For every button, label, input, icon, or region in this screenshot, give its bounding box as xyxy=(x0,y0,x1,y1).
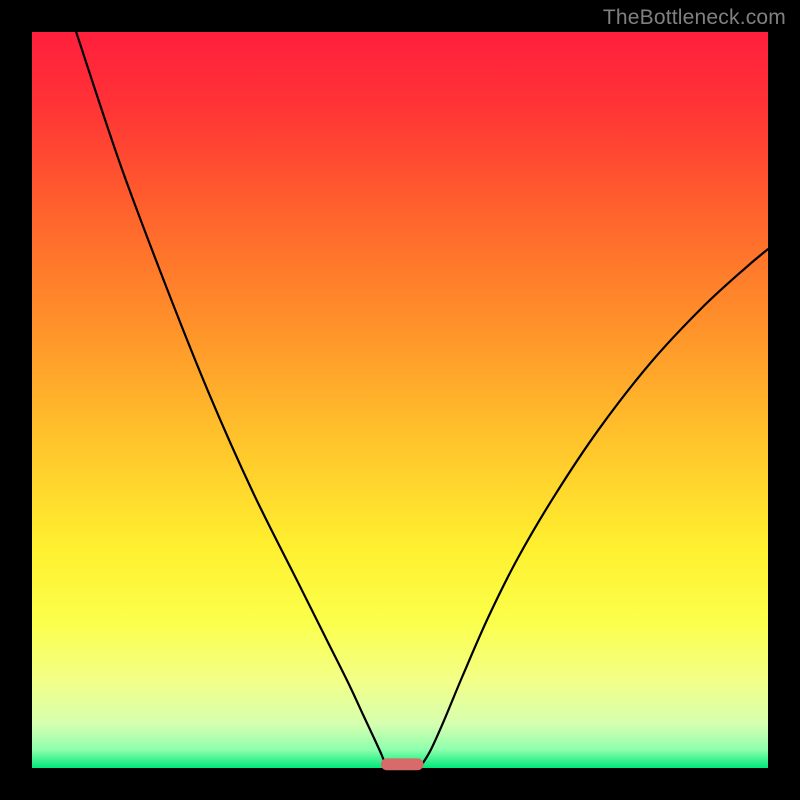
watermark-text: TheBottleneck.com xyxy=(603,6,786,30)
bottleneck-chart: TheBottleneck.com xyxy=(0,0,800,800)
plot-background xyxy=(32,32,768,768)
minimum-marker xyxy=(381,758,424,770)
plot-svg xyxy=(0,0,800,800)
